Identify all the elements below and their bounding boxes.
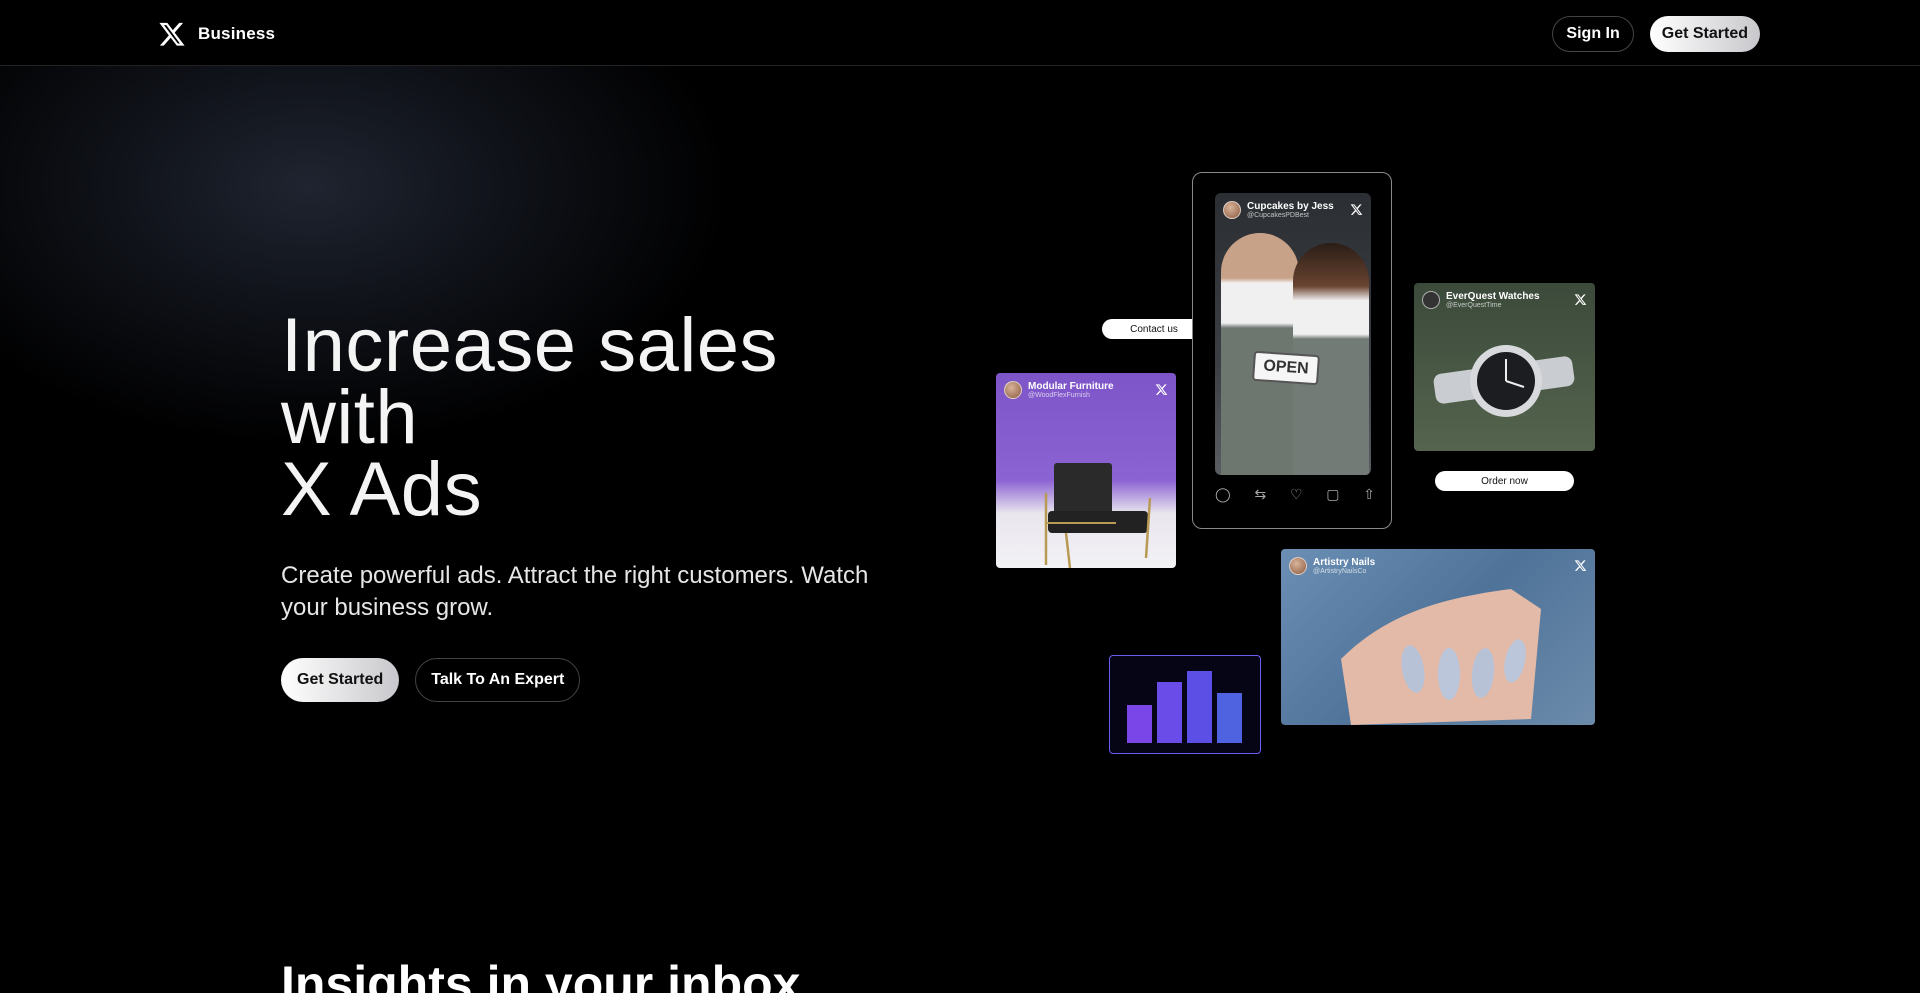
x-logo-icon [1350, 204, 1363, 215]
talk-to-expert-button[interactable]: Talk To An Expert [415, 658, 581, 702]
furniture-ad-card: Modular Furniture @WoodFlexFurnish [996, 373, 1176, 568]
ad-collage: Contact us Modular Furniture @WoodFlexFu… [990, 170, 1600, 760]
furniture-card-handle: @WoodFlexFurnish [1028, 392, 1090, 399]
nav-actions: Sign In Get Started [1552, 16, 1760, 52]
furniture-card-header: Modular Furniture @WoodFlexFurnish [1004, 381, 1168, 399]
like-icon[interactable]: ♡ [1290, 486, 1303, 503]
watches-ad-card: EverQuest Watches @EverQuestTime [1414, 283, 1595, 451]
insights-heading: Insights in your inbox [281, 956, 801, 993]
order-now-pill: Order now [1435, 471, 1574, 491]
cupcakes-card-name: Cupcakes by Jess [1247, 201, 1334, 212]
x-logo-icon [1574, 294, 1587, 305]
phone-ad-frame: OPEN Cupcakes by Jess @CupcakesPDBest ◯ … [1192, 172, 1392, 529]
nails-ad-card: Artistry Nails @ArtistryNailsCo [1281, 549, 1595, 725]
avatar [1004, 381, 1022, 399]
hero-ctas: Get Started Talk To An Expert [281, 658, 921, 702]
brand-name: Business [198, 24, 276, 43]
cupcakes-ad-card: OPEN Cupcakes by Jess @CupcakesPDBest [1215, 193, 1371, 475]
x-logo-icon [1574, 560, 1587, 571]
hero-subtitle: Create powerful ads. Attract the right c… [281, 562, 869, 621]
bookmark-icon[interactable]: ▢ [1326, 486, 1339, 503]
avatar [1289, 557, 1307, 575]
furniture-card-name: Modular Furniture [1028, 381, 1114, 392]
sign-in-button[interactable]: Sign In [1552, 16, 1634, 52]
repost-icon[interactable]: ⇆ [1254, 486, 1266, 503]
chart-bar-3 [1187, 671, 1212, 743]
top-nav: Business Sign In Get Started [0, 0, 1920, 66]
post-actions: ◯ ⇆ ♡ ▢ ⇧ [1215, 486, 1375, 503]
brand[interactable]: Business [158, 20, 275, 48]
nails-card-handle: @ArtistryNailsCo [1313, 568, 1367, 575]
hero-title: Increase sales with X Ads [281, 308, 921, 528]
header-get-started-button[interactable]: Get Started [1649, 16, 1760, 52]
chart-bar-2 [1157, 682, 1182, 743]
hero-title-line2: X Ads [281, 447, 483, 532]
cupcakes-card-handle: @CupcakesPDBest [1247, 212, 1309, 219]
x-logo-icon [1155, 384, 1168, 395]
hand-image [1341, 589, 1541, 725]
hero-title-line1: Increase sales with [281, 303, 779, 460]
reply-icon[interactable]: ◯ [1215, 486, 1231, 503]
chart-bar-1 [1127, 705, 1152, 743]
chart-bar-4 [1217, 693, 1242, 743]
bar-chart-card [1109, 655, 1261, 754]
armchair-image [1044, 463, 1152, 568]
hero-section: Increase sales with X Ads Create powerfu… [281, 308, 921, 702]
avatar [1422, 291, 1440, 309]
watches-card-handle: @EverQuestTime [1446, 302, 1502, 309]
open-sign: OPEN [1252, 350, 1320, 386]
avatar [1223, 201, 1241, 219]
share-icon[interactable]: ⇧ [1363, 486, 1375, 503]
watches-card-header: EverQuest Watches @EverQuestTime [1422, 291, 1587, 309]
contact-us-pill: Contact us [1102, 319, 1206, 339]
nails-card-name: Artistry Nails [1313, 557, 1376, 568]
watches-card-name: EverQuest Watches [1446, 291, 1540, 302]
nails-card-header: Artistry Nails @ArtistryNailsCo [1289, 557, 1587, 575]
x-logo-icon [159, 22, 185, 46]
cupcakes-card-header: Cupcakes by Jess @CupcakesPDBest [1223, 201, 1363, 219]
hero-get-started-button[interactable]: Get Started [281, 658, 400, 702]
